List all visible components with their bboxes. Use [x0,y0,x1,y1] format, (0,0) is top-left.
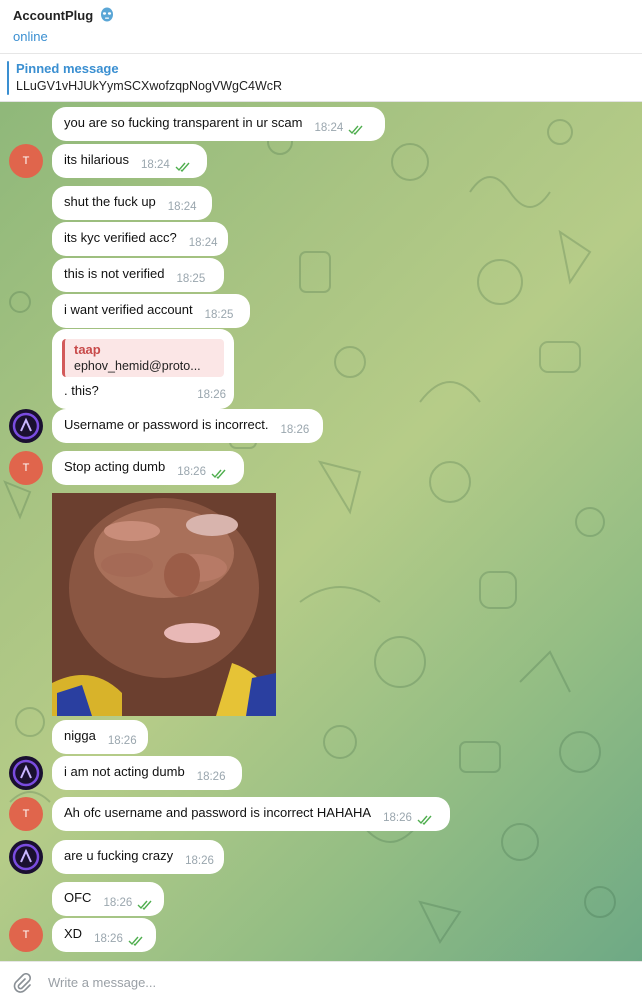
pinned-text: LLuGV1vHJUkYymSCXwofzqpNogVWgC4WcR [16,79,283,93]
quote-text: ephov_hemid@proto... [74,359,201,373]
message-text: you are so fucking transparent in ur sca… [64,114,303,130]
message-bubble[interactable]: are u fucking crazy 18:26 [52,840,224,874]
quoted-message[interactable]: taap ephov_hemid@proto... [62,339,224,377]
message-text: its kyc verified acc? [64,229,177,245]
message-time: 18:24 [314,122,344,134]
avatar[interactable] [9,756,43,790]
message-time: 18:26 [94,933,123,945]
mask-icon [99,7,115,23]
message-text: XD [64,925,83,941]
message-composer [0,961,642,1002]
message-text: OFC [64,889,92,905]
message-text: Stop acting dumb [64,458,166,474]
message-bubble[interactable]: you are so fucking transparent in ur sca… [52,107,385,141]
message-time: 18:26 [280,424,310,436]
message-bubble[interactable]: Ah ofc username and password is incorrec… [52,797,450,831]
message-text: Ah ofc username and password is incorrec… [64,804,372,820]
message-text: are u fucking crazy [64,847,174,863]
message-time: 18:24 [188,237,218,249]
title-row: AccountPlug [13,7,115,23]
avatar[interactable]: T [9,918,43,952]
message-time: 18:25 [204,309,234,321]
pinned-accent-bar [7,61,9,95]
message-time: 18:26 [185,855,214,867]
message-text: i want verified account [64,301,193,317]
chat-header[interactable]: AccountPlug online [0,0,642,54]
message-time: 18:25 [176,273,206,285]
avatar-logo-icon [12,759,40,787]
avatar-logo-icon [12,843,40,871]
double-check-icon [137,898,153,911]
message-bubble[interactable]: its hilarious 18:24 [52,144,207,178]
double-check-icon [128,934,144,947]
message-text: its hilarious [64,151,130,167]
message-time: 18:24 [141,159,170,171]
photo-message[interactable] [52,493,276,716]
avatar[interactable] [9,840,43,874]
chat-area[interactable]: you are so fucking transparent in ur sca… [0,102,642,961]
avatar-letter: T [22,808,30,820]
message-bubble[interactable]: shut the fuck up 18:24 [52,186,212,220]
avatar-letter: T [22,462,30,474]
avatar[interactable]: T [9,451,43,485]
message-bubble[interactable]: its kyc verified acc? 18:24 [52,222,228,256]
message-bubble[interactable]: OFC 18:26 [52,882,164,916]
message-bubble[interactable]: Stop acting dumb 18:26 [52,451,244,485]
avatar-letter: T [22,929,30,941]
message-bubble[interactable]: XD 18:26 [52,918,156,952]
message-text: . this? [64,383,99,398]
chat-title[interactable]: AccountPlug [13,8,93,23]
message-text: Username or password is incorrect. [64,416,269,432]
message-time: 18:26 [107,735,137,747]
online-status: online [13,29,48,44]
double-check-icon [175,160,191,173]
paperclip-icon[interactable] [12,972,32,993]
message-time: 18:26 [197,389,226,401]
quote-author: taap [74,342,101,357]
avatar[interactable]: T [9,144,43,178]
avatar[interactable] [9,409,43,443]
message-time: 18:26 [383,812,412,824]
double-check-icon [417,813,433,826]
photo-image [52,493,276,716]
double-check-icon [348,123,364,136]
message-bubble[interactable]: i am not acting dumb 18:26 [52,756,242,790]
message-bubble[interactable]: i want verified account 18:25 [52,294,250,328]
message-input[interactable] [48,975,608,990]
message-time: 18:26 [177,466,206,478]
pinned-message[interactable]: Pinned message LLuGV1vHJUkYymSCXwofzqpNo… [0,54,642,102]
message-time: 18:26 [103,897,133,909]
message-time: 18:24 [167,201,197,213]
avatar-logo-icon [12,412,40,440]
pinned-label: Pinned message [16,61,119,76]
message-text: this is not verified [64,265,165,281]
message-text: i am not acting dumb [64,763,185,779]
avatar-letter: T [22,155,30,167]
message-time: 18:26 [196,771,226,783]
message-bubble[interactable]: this is not verified 18:25 [52,258,224,292]
message-bubble[interactable]: nigga 18:26 [52,720,148,754]
avatar[interactable]: T [9,797,43,831]
reply-message-bubble[interactable]: taap ephov_hemid@proto... . this? 18:26 [52,329,234,409]
message-text: nigga [64,727,96,743]
message-bubble[interactable]: Username or password is incorrect. 18:26 [52,409,323,443]
message-text: shut the fuck up [64,193,156,209]
double-check-icon [211,467,227,480]
